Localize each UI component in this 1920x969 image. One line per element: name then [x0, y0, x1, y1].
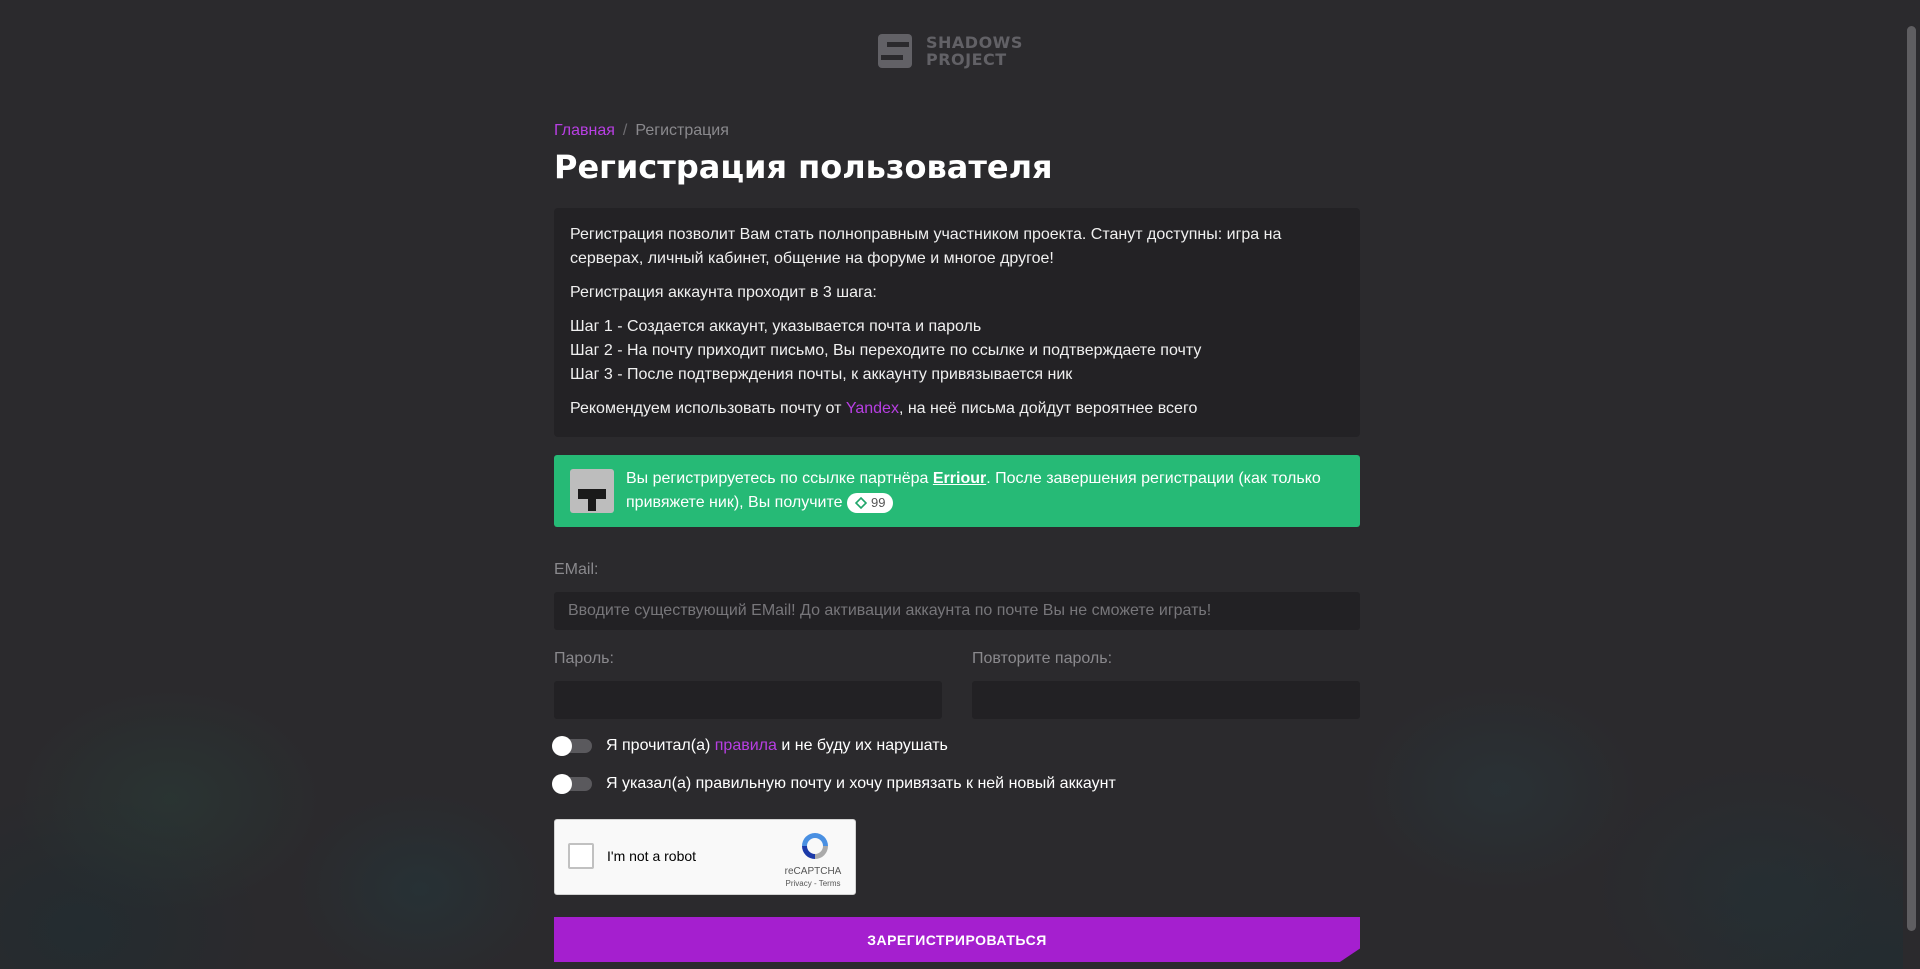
info-box: Регистрация позволит Вам стать полноправ…: [554, 208, 1360, 437]
rules-link[interactable]: правила: [715, 737, 777, 754]
rules-toggle-row: Я прочитал(а) правила и не буду их наруш…: [552, 736, 1360, 756]
info-recommend-after: , на неё письма дойдут вероятнее всего: [898, 400, 1198, 417]
breadcrumb-home-link[interactable]: Главная: [554, 122, 615, 139]
yandex-link[interactable]: Yandex: [846, 400, 899, 417]
recaptcha-checkbox[interactable]: [568, 843, 594, 869]
email-label: EMail:: [554, 561, 599, 578]
recaptcha-logo-icon: [802, 833, 828, 859]
partner-banner: Вы регистрируетесь по ссылке партнёра Er…: [554, 455, 1360, 527]
register-button[interactable]: ЗАРЕГИСТРИРОВАТЬСЯ: [554, 917, 1360, 962]
email-confirm-toggle-row: Я указал(а) правильную почту и хочу прив…: [552, 774, 1360, 794]
rules-text-after: и не буду их нарушать: [776, 737, 948, 754]
partner-name-link[interactable]: Erriour: [933, 470, 986, 487]
recaptcha-brand: reCAPTCHA: [784, 866, 842, 877]
site-logo[interactable]: SHADOWS PROJECT: [878, 34, 1023, 68]
rules-toggle-label: Я прочитал(а) правила и не буду их наруш…: [606, 737, 948, 755]
password-repeat-field[interactable]: [972, 681, 1360, 719]
rules-toggle[interactable]: [552, 736, 592, 756]
page-title: Регистрация пользователя: [554, 148, 1053, 186]
logo-icon: [878, 34, 912, 68]
info-step-3: Шаг 3 - После подтверждения почты, к акк…: [570, 366, 1073, 383]
recaptcha-label: I'm not a robot: [607, 848, 697, 864]
password-field[interactable]: [554, 681, 942, 719]
logo-line2: PROJECT: [926, 50, 1007, 69]
info-steps: Шаг 1 - Создается аккаунт, указывается п…: [570, 315, 1344, 387]
info-recommend: Рекомендуем использовать почту от Yandex…: [570, 397, 1344, 421]
breadcrumb-current: Регистрация: [635, 122, 729, 139]
info-intro: Регистрация позволит Вам стать полноправ…: [570, 226, 1282, 267]
logo-text: SHADOWS PROJECT: [926, 34, 1023, 68]
partner-text-before: Вы регистрируетесь по ссылке партнёра: [626, 470, 933, 487]
info-step-1: Шаг 1 - Создается аккаунт, указывается п…: [570, 318, 982, 335]
password-label: Пароль:: [554, 650, 614, 667]
breadcrumb: Главная / Регистрация: [554, 122, 1360, 140]
partner-text: Вы регистрируетесь по ссылке партнёра Er…: [626, 467, 1344, 515]
info-recommend-before: Рекомендуем использовать почту от: [570, 400, 846, 417]
recaptcha-terms-link[interactable]: Privacy - Terms: [783, 879, 843, 888]
partner-avatar: [570, 469, 614, 513]
recaptcha-widget: I'm not a robot reCAPTCHA Privacy - Term…: [554, 819, 856, 895]
rules-text-before: Я прочитал(а): [606, 737, 715, 754]
diamond-icon: [854, 496, 867, 509]
breadcrumb-separator: /: [622, 122, 628, 139]
bonus-badge: 99: [846, 492, 894, 513]
info-steps-heading: Регистрация аккаунта проходит в 3 шага:: [570, 284, 877, 301]
scrollbar[interactable]: [1903, 0, 1920, 969]
password-repeat-label: Повторите пароль:: [972, 650, 1113, 667]
email-confirm-label: Я указал(а) правильную почту и хочу прив…: [606, 775, 1116, 792]
logo-line1: SHADOWS: [926, 33, 1023, 52]
email-field[interactable]: [554, 592, 1360, 630]
scrollbar-thumb[interactable]: [1907, 26, 1916, 931]
email-confirm-toggle[interactable]: [552, 774, 592, 794]
password-row: Пароль: Повторите пароль:: [554, 630, 1360, 719]
info-step-2: Шаг 2 - На почту приходит письмо, Вы пер…: [570, 342, 1202, 359]
main-content: Главная / Регистрация Регистрация пользова…: [552, 110, 1360, 969]
bonus-value: 99: [870, 494, 886, 510]
